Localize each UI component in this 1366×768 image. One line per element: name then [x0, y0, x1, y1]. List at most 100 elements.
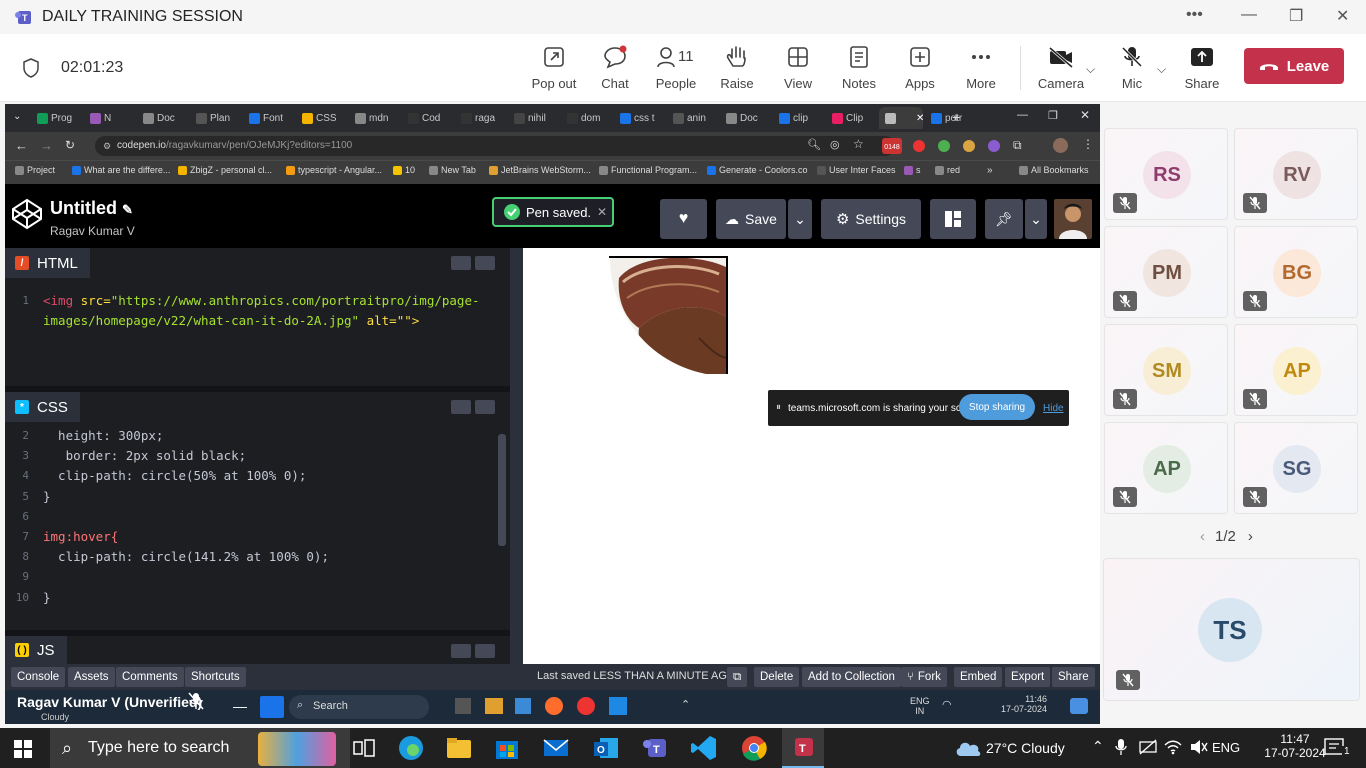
- tab-css[interactable]: * CSS: [5, 392, 80, 422]
- js-collapse-chevron-icon[interactable]: [475, 644, 495, 658]
- back-icon[interactable]: ←: [15, 138, 28, 153]
- extension-icon[interactable]: [988, 140, 1000, 152]
- minimize-icon[interactable]: —: [1241, 6, 1257, 24]
- browser-tab[interactable]: ✕: [879, 107, 923, 129]
- delete-button[interactable]: Delete: [754, 667, 800, 687]
- stop-sharing-button[interactable]: Stop sharing: [959, 394, 1035, 420]
- share-pen-button[interactable]: Share: [1052, 667, 1095, 687]
- css-code-area[interactable]: 2 height: 300px; 3 border: 2px solid blac…: [5, 422, 510, 630]
- pen-title[interactable]: Untitled ✎: [50, 198, 133, 219]
- pin-button[interactable]: 📌︎: [985, 199, 1023, 239]
- love-button[interactable]: ♥: [660, 199, 707, 239]
- edge-icon[interactable]: [397, 734, 425, 762]
- bookmark-item[interactable]: Project: [15, 165, 55, 175]
- bookmark-item[interactable]: Functional Program...: [599, 165, 697, 175]
- bookmark-item[interactable]: What are the differe...: [72, 165, 170, 175]
- browser-tab[interactable]: Doc: [137, 107, 188, 129]
- save-button[interactable]: ☁ Save: [716, 199, 786, 239]
- participant-tile[interactable]: SG: [1234, 422, 1358, 514]
- extension-icon[interactable]: [963, 140, 975, 152]
- chat-button[interactable]: Chat: [585, 42, 645, 98]
- bookmark-item[interactable]: red: [935, 165, 960, 175]
- start-icon[interactable]: [14, 740, 32, 758]
- pane-resizer[interactable]: [510, 248, 523, 664]
- participant-tile[interactable]: BG: [1234, 226, 1358, 318]
- bookmark-item[interactable]: User Inter Faces: [817, 165, 896, 175]
- teams-active-app[interactable]: T: [782, 728, 824, 768]
- mic-tray-icon[interactable]: [1115, 737, 1127, 757]
- add-to-collection-button[interactable]: Add to Collection: [802, 667, 901, 687]
- share-button[interactable]: Share: [1172, 42, 1232, 98]
- store-icon[interactable]: [493, 734, 521, 762]
- new-tab-icon[interactable]: +: [952, 109, 960, 125]
- open-external-icon[interactable]: ⧉: [727, 667, 748, 687]
- url-bar[interactable]: codepen.io/ragavkumarv/pen/OJeMJKj?edito…: [95, 136, 895, 156]
- browser-minimize-icon[interactable]: —: [1017, 109, 1028, 121]
- html-settings-gear-icon[interactable]: [451, 256, 471, 270]
- bookmark-star-icon[interactable]: ☆: [853, 137, 864, 151]
- reload-icon[interactable]: ↻: [65, 138, 75, 152]
- prev-page-icon[interactable]: ‹: [1200, 528, 1205, 545]
- html-collapse-chevron-icon[interactable]: [475, 256, 495, 270]
- browser-tab[interactable]: Prog: [31, 107, 82, 129]
- bookmark-item[interactable]: JetBrains WebStorm...: [489, 165, 591, 175]
- leave-button[interactable]: Leave: [1244, 48, 1344, 84]
- assets-button[interactable]: Assets: [68, 667, 115, 687]
- forward-icon[interactable]: →: [40, 138, 53, 153]
- weather-cloud-icon[interactable]: [954, 738, 982, 758]
- browser-tab[interactable]: Plan: [190, 107, 241, 129]
- extension-badge[interactable]: 0148: [882, 138, 902, 154]
- browser-tab[interactable]: raga: [455, 107, 506, 129]
- browser-tab[interactable]: mdn: [349, 107, 400, 129]
- extensions-puzzle-icon[interactable]: ⧉: [1013, 138, 1022, 153]
- view-button[interactable]: View: [768, 42, 828, 98]
- eye-off-icon[interactable]: ◎: [830, 138, 840, 151]
- browser-tab[interactable]: Cod: [402, 107, 453, 129]
- pop-out-button[interactable]: Pop out: [524, 42, 584, 98]
- weather-text[interactable]: 27°C Cloudy: [986, 740, 1065, 756]
- drag-handle-icon[interactable]: ⏸: [776, 402, 781, 413]
- all-bookmarks-link[interactable]: All Bookmarks: [1019, 165, 1089, 175]
- network-icon[interactable]: [1139, 739, 1157, 755]
- layout-button[interactable]: [930, 199, 976, 239]
- pin-options-chevron-icon[interactable]: ⌄: [1025, 199, 1047, 239]
- js-settings-gear-icon[interactable]: [451, 644, 471, 658]
- embed-button[interactable]: Embed: [954, 667, 1003, 687]
- bookmark-item[interactable]: s: [904, 165, 921, 175]
- tab-html[interactable]: / HTML: [5, 248, 90, 278]
- volume-icon[interactable]: [1190, 739, 1208, 755]
- mic-button[interactable]: Mic: [1102, 42, 1162, 98]
- profile-avatar[interactable]: [1053, 138, 1068, 153]
- extension-icon[interactable]: [913, 140, 925, 152]
- participant-tile[interactable]: RV: [1234, 128, 1358, 220]
- browser-tab[interactable]: css t: [614, 107, 665, 129]
- comments-button[interactable]: Comments: [116, 667, 184, 687]
- browser-tab[interactable]: Doc: [720, 107, 771, 129]
- participant-tile[interactable]: AP: [1234, 324, 1358, 416]
- browser-tab[interactable]: CSS: [296, 107, 347, 129]
- more-button[interactable]: More: [951, 42, 1011, 98]
- clock[interactable]: 11:47 17-07-2024: [1262, 732, 1328, 760]
- bookmark-item[interactable]: Generate - Coolors.co: [707, 165, 808, 175]
- more-options-icon[interactable]: •••: [1186, 6, 1203, 24]
- browser-restore-icon[interactable]: ❐: [1048, 109, 1058, 122]
- task-view-icon[interactable]: [350, 734, 378, 762]
- browser-tab[interactable]: anin: [667, 107, 718, 129]
- browser-tab[interactable]: dom: [561, 107, 612, 129]
- camera-button[interactable]: Camera: [1031, 42, 1091, 98]
- extension-icon[interactable]: [938, 140, 950, 152]
- css-scrollbar[interactable]: [498, 434, 506, 546]
- chrome-icon[interactable]: [740, 734, 768, 762]
- mail-icon[interactable]: [542, 734, 570, 762]
- browser-tab[interactable]: N: [84, 107, 135, 129]
- browser-menu-icon[interactable]: ⋮: [1082, 137, 1094, 151]
- apps-button[interactable]: Apps: [890, 42, 950, 98]
- vscode-icon[interactable]: [690, 734, 718, 762]
- participant-tile[interactable]: RS: [1104, 128, 1228, 220]
- teams-icon[interactable]: T: [641, 734, 669, 762]
- next-page-icon[interactable]: ›: [1248, 528, 1253, 545]
- wifi-icon[interactable]: [1164, 739, 1182, 755]
- notes-button[interactable]: Notes: [829, 42, 889, 98]
- bookmark-item[interactable]: 10: [393, 165, 415, 175]
- mic-options-chevron-icon[interactable]: ⌵: [1157, 62, 1166, 77]
